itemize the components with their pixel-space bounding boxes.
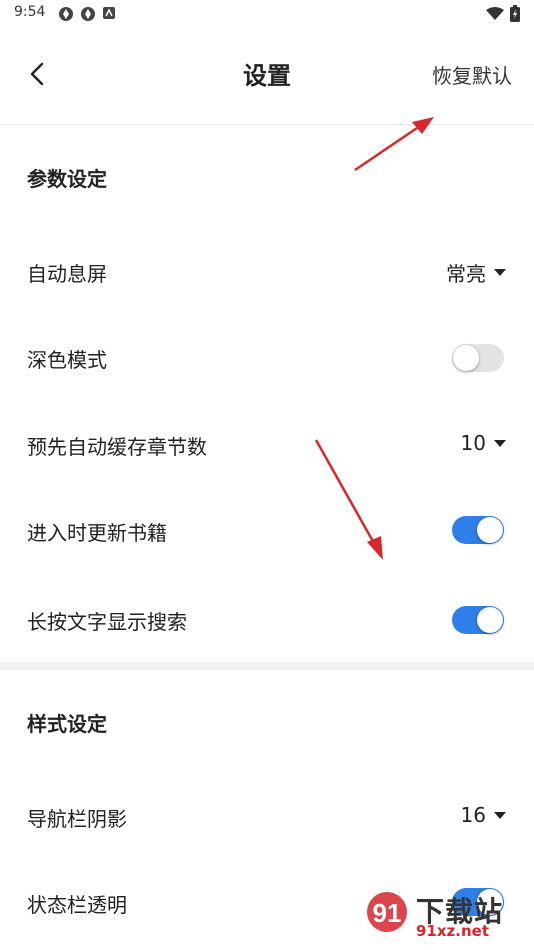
watermark-logo-icon: 91 bbox=[367, 892, 407, 932]
restore-defaults-button[interactable]: 恢复默认 bbox=[432, 60, 512, 89]
auto-screen-off-value: 常亮 bbox=[446, 262, 486, 286]
dark-mode-label: 深色模式 bbox=[27, 348, 107, 372]
section-title-style: 样式设定 bbox=[27, 712, 107, 736]
navbar-shadow-label: 导航栏阴影 bbox=[27, 807, 127, 831]
auto-screen-off-label: 自动息屏 bbox=[27, 262, 107, 286]
svg-text:91: 91 bbox=[373, 898, 402, 928]
statusbar-transparent-label: 状态栏透明 bbox=[27, 893, 127, 917]
site-watermark: 91 下载站 91xz.net bbox=[360, 888, 530, 948]
dark-mode-toggle[interactable] bbox=[452, 344, 504, 372]
long-press-search-label: 长按文字显示搜索 bbox=[27, 610, 187, 634]
update-on-enter-label: 进入时更新书籍 bbox=[27, 521, 167, 545]
navbar-shadow-value: 16 bbox=[460, 803, 486, 827]
notification-icon bbox=[103, 7, 115, 19]
update-on-enter-toggle[interactable] bbox=[452, 516, 504, 544]
status-bar: 9:54 bbox=[0, 0, 534, 28]
navbar-shadow-select[interactable]: 16 bbox=[461, 803, 506, 827]
dropdown-caret-icon bbox=[494, 439, 506, 447]
precache-label: 预先自动缓存章节数 bbox=[27, 435, 207, 459]
precache-value: 10 bbox=[460, 431, 486, 455]
toggle-knob bbox=[477, 607, 503, 633]
app-icon bbox=[59, 7, 73, 21]
toggle-knob bbox=[477, 517, 503, 543]
wifi-icon bbox=[486, 6, 504, 20]
dropdown-caret-icon bbox=[494, 811, 506, 819]
section-divider bbox=[0, 662, 534, 670]
app-icon bbox=[81, 7, 95, 21]
status-left-icons bbox=[58, 6, 116, 22]
watermark-url: 91xz.net bbox=[416, 922, 490, 940]
precache-select[interactable]: 10 bbox=[461, 431, 506, 455]
toggle-knob bbox=[453, 345, 479, 371]
auto-screen-off-select[interactable]: 常亮 bbox=[446, 258, 506, 287]
section-title-params: 参数设定 bbox=[27, 167, 107, 191]
status-time: 9:54 bbox=[14, 4, 46, 20]
status-right-icons bbox=[486, 5, 520, 22]
battery-icon bbox=[510, 5, 520, 22]
annotation-arrow-middle bbox=[314, 439, 383, 560]
app-header: 设置 恢复默认 bbox=[0, 28, 534, 125]
dropdown-caret-icon bbox=[494, 269, 506, 276]
long-press-search-toggle[interactable] bbox=[452, 606, 504, 634]
